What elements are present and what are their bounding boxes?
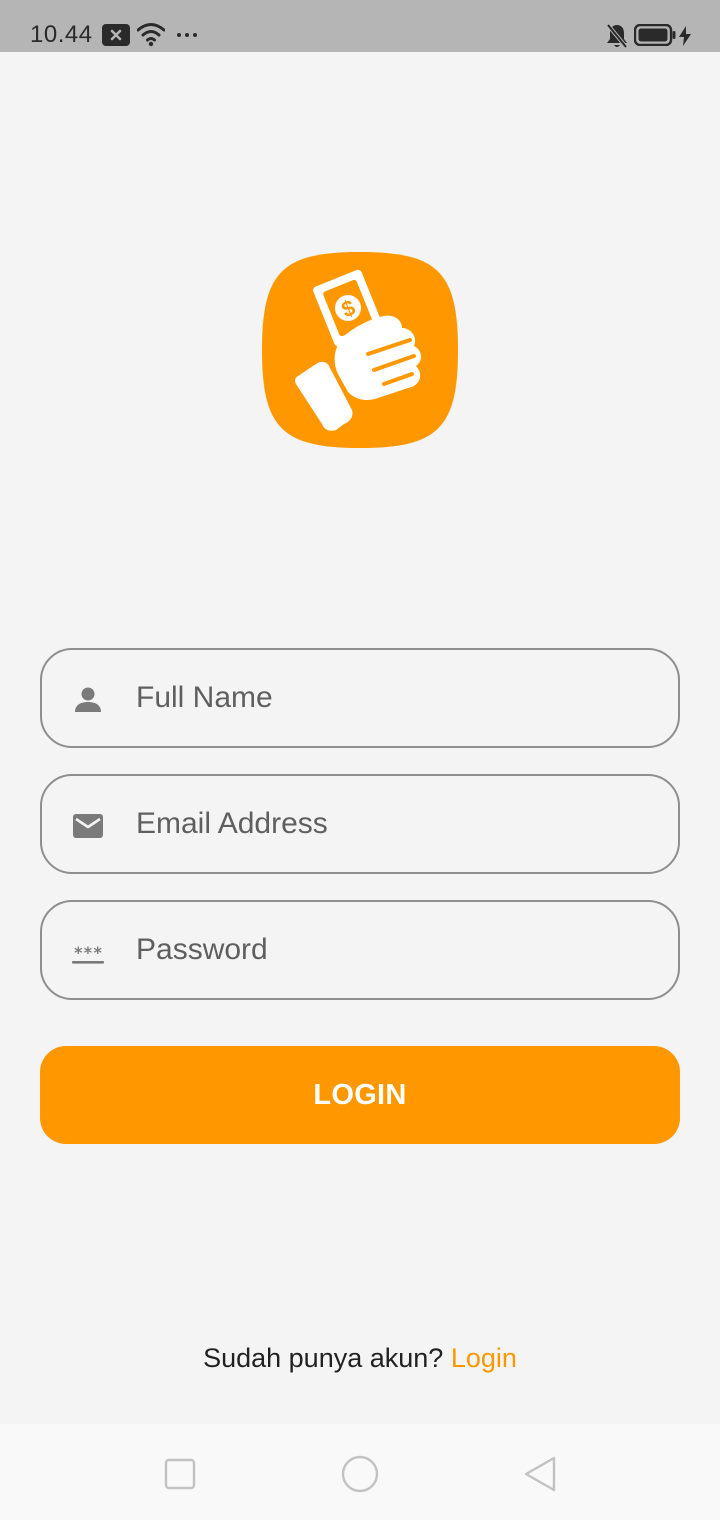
navigation-bar bbox=[0, 1424, 720, 1520]
bell-off-icon bbox=[606, 23, 628, 49]
status-bar: 10.44 bbox=[0, 0, 720, 52]
charging-icon bbox=[679, 26, 691, 46]
full-name-input[interactable] bbox=[136, 650, 656, 746]
full-name-field[interactable] bbox=[40, 648, 680, 748]
recents-square-icon[interactable] bbox=[160, 1454, 200, 1494]
email-field[interactable] bbox=[40, 774, 680, 874]
back-triangle-icon[interactable] bbox=[520, 1454, 560, 1494]
footer-prompt-text: Sudah punya akun? bbox=[203, 1343, 444, 1373]
status-time: 10.44 bbox=[30, 21, 93, 48]
login-button[interactable]: LOGIN bbox=[40, 1046, 680, 1144]
svg-text:***: *** bbox=[74, 943, 103, 962]
footer-prompt-row: Sudah punya akun? Login bbox=[0, 1340, 720, 1376]
email-input[interactable] bbox=[136, 776, 656, 872]
home-circle-icon[interactable] bbox=[340, 1454, 380, 1494]
more-dots-icon bbox=[177, 33, 197, 37]
password-field[interactable]: *** bbox=[40, 900, 680, 1000]
password-input[interactable] bbox=[136, 902, 656, 998]
wifi-icon bbox=[137, 23, 165, 47]
battery-icon bbox=[634, 24, 676, 46]
mail-icon bbox=[73, 814, 103, 838]
login-link[interactable]: Login bbox=[451, 1343, 517, 1373]
notification-x-icon bbox=[102, 24, 130, 46]
password-icon: *** bbox=[72, 943, 104, 964]
hand-money-icon: $ bbox=[262, 252, 458, 448]
person-icon bbox=[75, 687, 101, 712]
